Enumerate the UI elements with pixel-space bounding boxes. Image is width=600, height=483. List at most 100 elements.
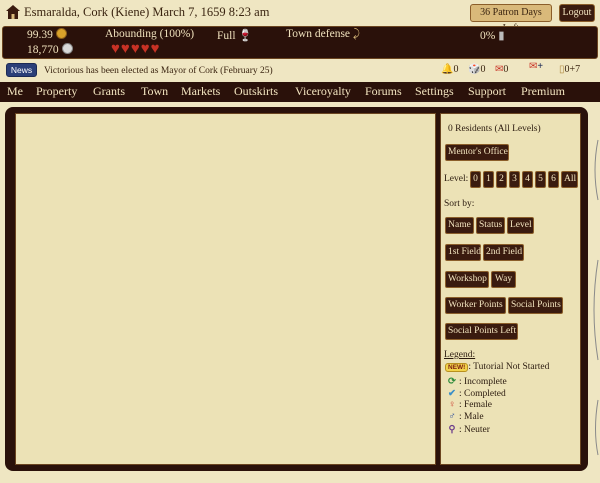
level-2-button[interactable]: 2 — [496, 171, 507, 188]
nav-town[interactable]: Town — [141, 84, 168, 99]
patron-days-button[interactable]: 36 Patron Days Left — [470, 4, 552, 34]
nav-settings[interactable]: Settings — [415, 84, 454, 99]
silver-stat: 18,770 — [27, 43, 73, 56]
silver-coin-icon — [61, 43, 73, 54]
heart-icon: ♥ — [111, 41, 120, 57]
top-header: Esmaralda, Cork (Kiene) March 7, 1659 8:… — [0, 0, 600, 34]
town-defense-label: Town defense — [286, 28, 351, 40]
gold-value: 99.39 — [27, 29, 53, 41]
level-0-button[interactable]: 0 — [470, 171, 481, 188]
legend-label: : Neuter — [459, 425, 490, 435]
nav-outskirts[interactable]: Outskirts — [234, 84, 278, 99]
bell-notification[interactable]: 🔔0 — [441, 64, 458, 75]
neuter-icon: ⚲ — [448, 425, 456, 435]
drink-percent: 0% ▮ — [480, 28, 505, 42]
legend-female: ♀: Female — [445, 400, 492, 410]
sort-name-button[interactable]: Name — [445, 217, 474, 234]
level-label: Level: — [444, 174, 469, 184]
town-defense: Town defense ⤸ — [286, 28, 360, 41]
bell-count: 0 — [453, 64, 459, 75]
residents-display-panel — [15, 113, 436, 465]
heart-icon: ♥ — [120, 41, 130, 57]
heart-icon: ♥ — [130, 41, 140, 57]
female-icon: ♀ — [448, 400, 456, 410]
legend-completed: ✔: Completed — [445, 388, 506, 399]
content-frame: 0 Residents (All Levels) Mentor's Office… — [5, 107, 588, 471]
level-5-button[interactable]: 5 — [535, 171, 546, 188]
legend-incomplete: ⟳: Incomplete — [445, 376, 507, 387]
sort-way-button[interactable]: Way — [491, 271, 516, 288]
legend-tutorial-not-started: NEW!: Tutorial Not Started — [445, 362, 549, 372]
legend-neuter: ⚲: Neuter — [445, 424, 490, 435]
tankard-icon: ▮ — [498, 30, 505, 42]
bell-icon: 🔔 — [441, 64, 454, 75]
checkmark-icon: ✔ — [448, 389, 456, 399]
heart-icon: ♥ — [150, 41, 160, 57]
health-hearts: ♥♥♥♥♥ — [111, 42, 161, 57]
sort-2nd-field-button[interactable]: 2nd Field — [483, 244, 524, 261]
silver-value: 18,770 — [27, 44, 59, 56]
refresh-icon: ⟳ — [448, 377, 456, 387]
dice-icon: 🎲 — [468, 64, 481, 75]
news-message[interactable]: Victorious has been elected as Mayor of … — [44, 66, 273, 76]
level-1-button[interactable]: 1 — [483, 171, 494, 188]
drink-percent-value: 0% — [480, 30, 496, 42]
nav-grants[interactable]: Grants — [93, 84, 125, 99]
status-bar: 99.39 18,770 Abounding (100%) ♥♥♥♥♥ Full… — [2, 26, 598, 59]
legend-label: : Incomplete — [459, 377, 507, 387]
sort-social-points-button[interactable]: Social Points — [508, 297, 563, 314]
level-4-button[interactable]: 4 — [522, 171, 533, 188]
level-all-button[interactable]: All — [561, 171, 578, 188]
level-3-button[interactable]: 3 — [509, 171, 520, 188]
nav-viceroyalty[interactable]: Viceroyalty — [295, 84, 351, 99]
letter-notification[interactable]: ✉0 — [495, 64, 508, 75]
sort-social-points-left-button[interactable]: Social Points Left — [445, 323, 518, 340]
legend-label: : Male — [459, 412, 484, 422]
news-bar: News Victorious has been elected as Mayo… — [0, 61, 600, 81]
goblet-icon: 🍷 — [238, 30, 253, 42]
sort-1st-field-button[interactable]: 1st Field — [445, 244, 481, 261]
nav-property[interactable]: Property — [36, 84, 77, 99]
app-window: Esmaralda, Cork (Kiene) March 7, 1659 8:… — [0, 0, 600, 483]
drink-status-label: Full — [217, 30, 236, 42]
residents-sidebar: 0 Residents (All Levels) Mentor's Office… — [440, 113, 581, 465]
nav-premium[interactable]: Premium — [521, 84, 565, 99]
sort-workshop-button[interactable]: Workshop — [445, 271, 489, 288]
ticket-count: 0+7 — [564, 64, 581, 75]
nav-me[interactable]: Me — [7, 84, 23, 99]
gold-stat: 99.39 — [27, 28, 67, 41]
news-button[interactable]: News — [6, 63, 37, 77]
plus-icon: + — [537, 61, 544, 72]
nav-support[interactable]: Support — [468, 84, 506, 99]
home-icon[interactable] — [5, 4, 21, 20]
level-6-button[interactable]: 6 — [548, 171, 559, 188]
logout-button[interactable]: Logout — [559, 4, 595, 22]
legend-male: ♂: Male — [445, 412, 484, 422]
drink-status: Full 🍷 — [217, 28, 253, 42]
decorative-vine — [593, 139, 599, 456]
sort-level-button[interactable]: Level — [507, 217, 534, 234]
letter-count: 0 — [503, 64, 509, 75]
compose-letter[interactable]: ✉+ — [529, 61, 543, 72]
male-icon: ♂ — [448, 412, 456, 422]
heart-icon: ♥ — [140, 41, 150, 57]
gold-coin-icon — [55, 28, 67, 39]
main-nav: Me Property Grants Town Markets Outskirt… — [0, 82, 600, 102]
resident-count: 0 Residents (All Levels) — [448, 124, 541, 134]
sort-worker-points-button[interactable]: Worker Points — [445, 297, 506, 314]
sort-by-label: Sort by: — [444, 199, 475, 209]
legend-label: : Completed — [459, 389, 506, 399]
food-status: Abounding (100%) — [105, 28, 195, 40]
dice-notification[interactable]: 🎲0 — [468, 64, 485, 75]
nav-markets[interactable]: Markets — [181, 84, 220, 99]
ticket-notification[interactable]: ▯0+7 — [559, 64, 580, 75]
legend-title: Legend: — [444, 350, 476, 360]
mentors-office-button[interactable]: Mentor's Office — [445, 144, 509, 161]
legend-label: : Female — [459, 400, 492, 410]
location-date-title: Esmaralda, Cork (Kiene) March 7, 1659 8:… — [24, 5, 270, 19]
horn-icon: ⤸ — [352, 28, 360, 40]
legend-label: : Tutorial Not Started — [468, 362, 550, 372]
nav-forums[interactable]: Forums — [365, 84, 402, 99]
sort-status-button[interactable]: Status — [476, 217, 505, 234]
dice-count: 0 — [480, 64, 486, 75]
